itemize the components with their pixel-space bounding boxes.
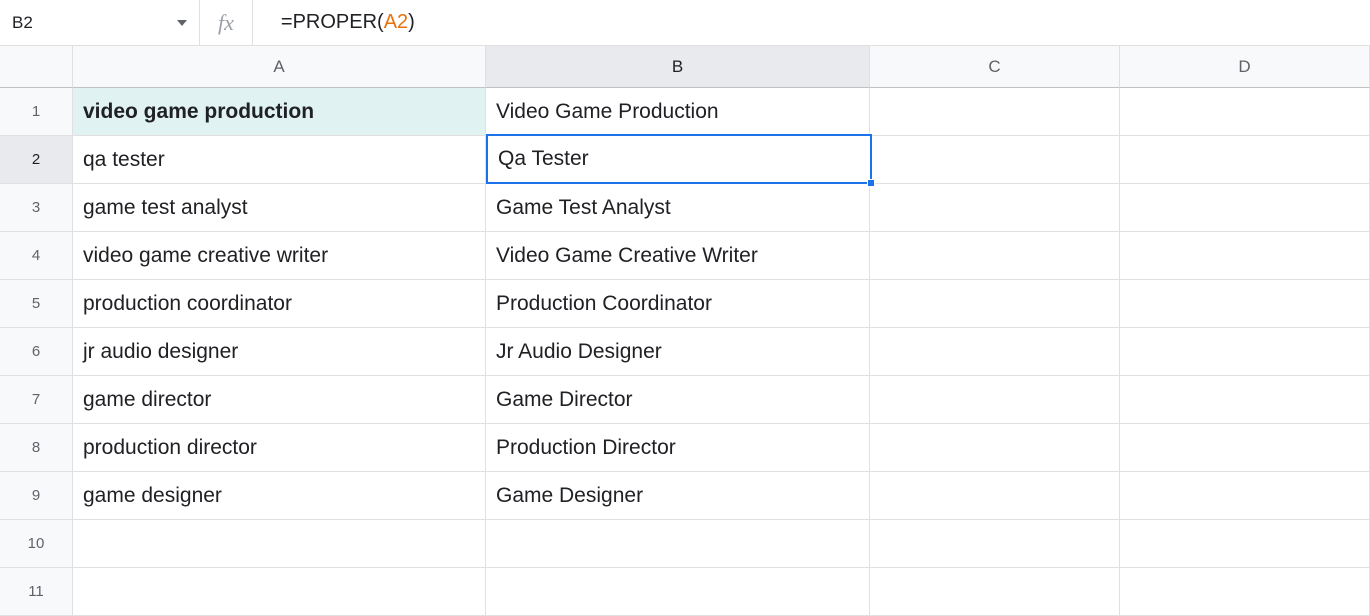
cell-a7[interactable]: game director xyxy=(73,376,486,424)
cell-c5[interactable] xyxy=(870,280,1120,328)
cell-d11[interactable] xyxy=(1120,568,1370,616)
row-header-9[interactable]: 9 xyxy=(0,472,73,520)
grid-row: production coordinator Production Coordi… xyxy=(73,280,1370,328)
cell-d10[interactable] xyxy=(1120,520,1370,568)
column-header-a[interactable]: A xyxy=(73,46,486,88)
cell-b7[interactable]: Game Director xyxy=(486,376,870,424)
grid-area: A B C D video game production Video Game… xyxy=(73,46,1370,616)
cell-b4[interactable]: Video Game Creative Writer xyxy=(486,232,870,280)
formula-bar: B2 fx =PROPER(A2) xyxy=(0,0,1370,46)
formula-suffix: ) xyxy=(408,11,415,34)
select-all-corner[interactable] xyxy=(0,46,73,88)
row-header-10[interactable]: 10 xyxy=(0,520,73,568)
formula-input[interactable]: =PROPER(A2) xyxy=(253,0,1370,45)
cell-d9[interactable] xyxy=(1120,472,1370,520)
grid-row: jr audio designer Jr Audio Designer xyxy=(73,328,1370,376)
row-header-5[interactable]: 5 xyxy=(0,280,73,328)
cell-d3[interactable] xyxy=(1120,184,1370,232)
row-headers: 1 2 3 4 5 6 7 8 9 10 11 xyxy=(0,46,73,616)
cell-b1[interactable]: Video Game Production xyxy=(486,88,870,136)
cell-c4[interactable] xyxy=(870,232,1120,280)
selection-fill-handle[interactable] xyxy=(867,179,875,187)
grid-row: video game production Video Game Product… xyxy=(73,88,1370,136)
name-box-dropdown[interactable] xyxy=(85,0,200,45)
cell-c6[interactable] xyxy=(870,328,1120,376)
grid-row: qa tester Qa Tester xyxy=(73,136,1370,184)
grid-row: game test analyst Game Test Analyst xyxy=(73,184,1370,232)
row-header-3[interactable]: 3 xyxy=(0,184,73,232)
cell-c1[interactable] xyxy=(870,88,1120,136)
cell-a5[interactable]: production coordinator xyxy=(73,280,486,328)
cell-c10[interactable] xyxy=(870,520,1120,568)
column-header-c[interactable]: C xyxy=(870,46,1120,88)
cell-d4[interactable] xyxy=(1120,232,1370,280)
cell-a2[interactable]: qa tester xyxy=(73,136,486,184)
cell-a3[interactable]: game test analyst xyxy=(73,184,486,232)
cell-a6[interactable]: jr audio designer xyxy=(73,328,486,376)
cell-b5[interactable]: Production Coordinator xyxy=(486,280,870,328)
cell-c9[interactable] xyxy=(870,472,1120,520)
column-header-d[interactable]: D xyxy=(1120,46,1370,88)
row-header-2[interactable]: 2 xyxy=(0,136,73,184)
cell-b3[interactable]: Game Test Analyst xyxy=(486,184,870,232)
cell-b10[interactable] xyxy=(486,520,870,568)
cell-b9[interactable]: Game Designer xyxy=(486,472,870,520)
row-header-11[interactable]: 11 xyxy=(0,568,73,616)
cell-a10[interactable] xyxy=(73,520,486,568)
cell-d5[interactable] xyxy=(1120,280,1370,328)
cell-b11[interactable] xyxy=(486,568,870,616)
cell-d1[interactable] xyxy=(1120,88,1370,136)
grid-row: game director Game Director xyxy=(73,376,1370,424)
row-header-6[interactable]: 6 xyxy=(0,328,73,376)
spreadsheet-grid: 1 2 3 4 5 6 7 8 9 10 11 A B C D video ga… xyxy=(0,46,1370,616)
cell-d8[interactable] xyxy=(1120,424,1370,472)
cell-c7[interactable] xyxy=(870,376,1120,424)
row-header-8[interactable]: 8 xyxy=(0,424,73,472)
cell-c8[interactable] xyxy=(870,424,1120,472)
formula-cell-ref: A2 xyxy=(384,11,408,34)
cell-c2[interactable] xyxy=(870,136,1120,184)
cell-b6[interactable]: Jr Audio Designer xyxy=(486,328,870,376)
name-box[interactable]: B2 xyxy=(0,0,85,45)
grid-row xyxy=(73,520,1370,568)
grid-row xyxy=(73,568,1370,616)
cell-a1[interactable]: video game production xyxy=(73,88,486,136)
column-headers: A B C D xyxy=(73,46,1370,88)
cell-a11[interactable] xyxy=(73,568,486,616)
cell-c3[interactable] xyxy=(870,184,1120,232)
formula-prefix: =PROPER( xyxy=(281,11,384,34)
row-header-1[interactable]: 1 xyxy=(0,88,73,136)
cell-a4[interactable]: video game creative writer xyxy=(73,232,486,280)
cell-d2[interactable] xyxy=(1120,136,1370,184)
cell-b2[interactable]: Qa Tester xyxy=(486,134,872,184)
cell-b8[interactable]: Production Director xyxy=(486,424,870,472)
row-header-7[interactable]: 7 xyxy=(0,376,73,424)
grid-row: production director Production Director xyxy=(73,424,1370,472)
cell-d7[interactable] xyxy=(1120,376,1370,424)
grid-rows: video game production Video Game Product… xyxy=(73,88,1370,616)
cell-a9[interactable]: game designer xyxy=(73,472,486,520)
cell-c11[interactable] xyxy=(870,568,1120,616)
grid-row: video game creative writer Video Game Cr… xyxy=(73,232,1370,280)
cell-a8[interactable]: production director xyxy=(73,424,486,472)
grid-row: game designer Game Designer xyxy=(73,472,1370,520)
fx-icon: fx xyxy=(200,0,253,45)
cell-d6[interactable] xyxy=(1120,328,1370,376)
row-header-4[interactable]: 4 xyxy=(0,232,73,280)
column-header-b[interactable]: B xyxy=(486,46,870,88)
chevron-down-icon xyxy=(177,20,187,26)
